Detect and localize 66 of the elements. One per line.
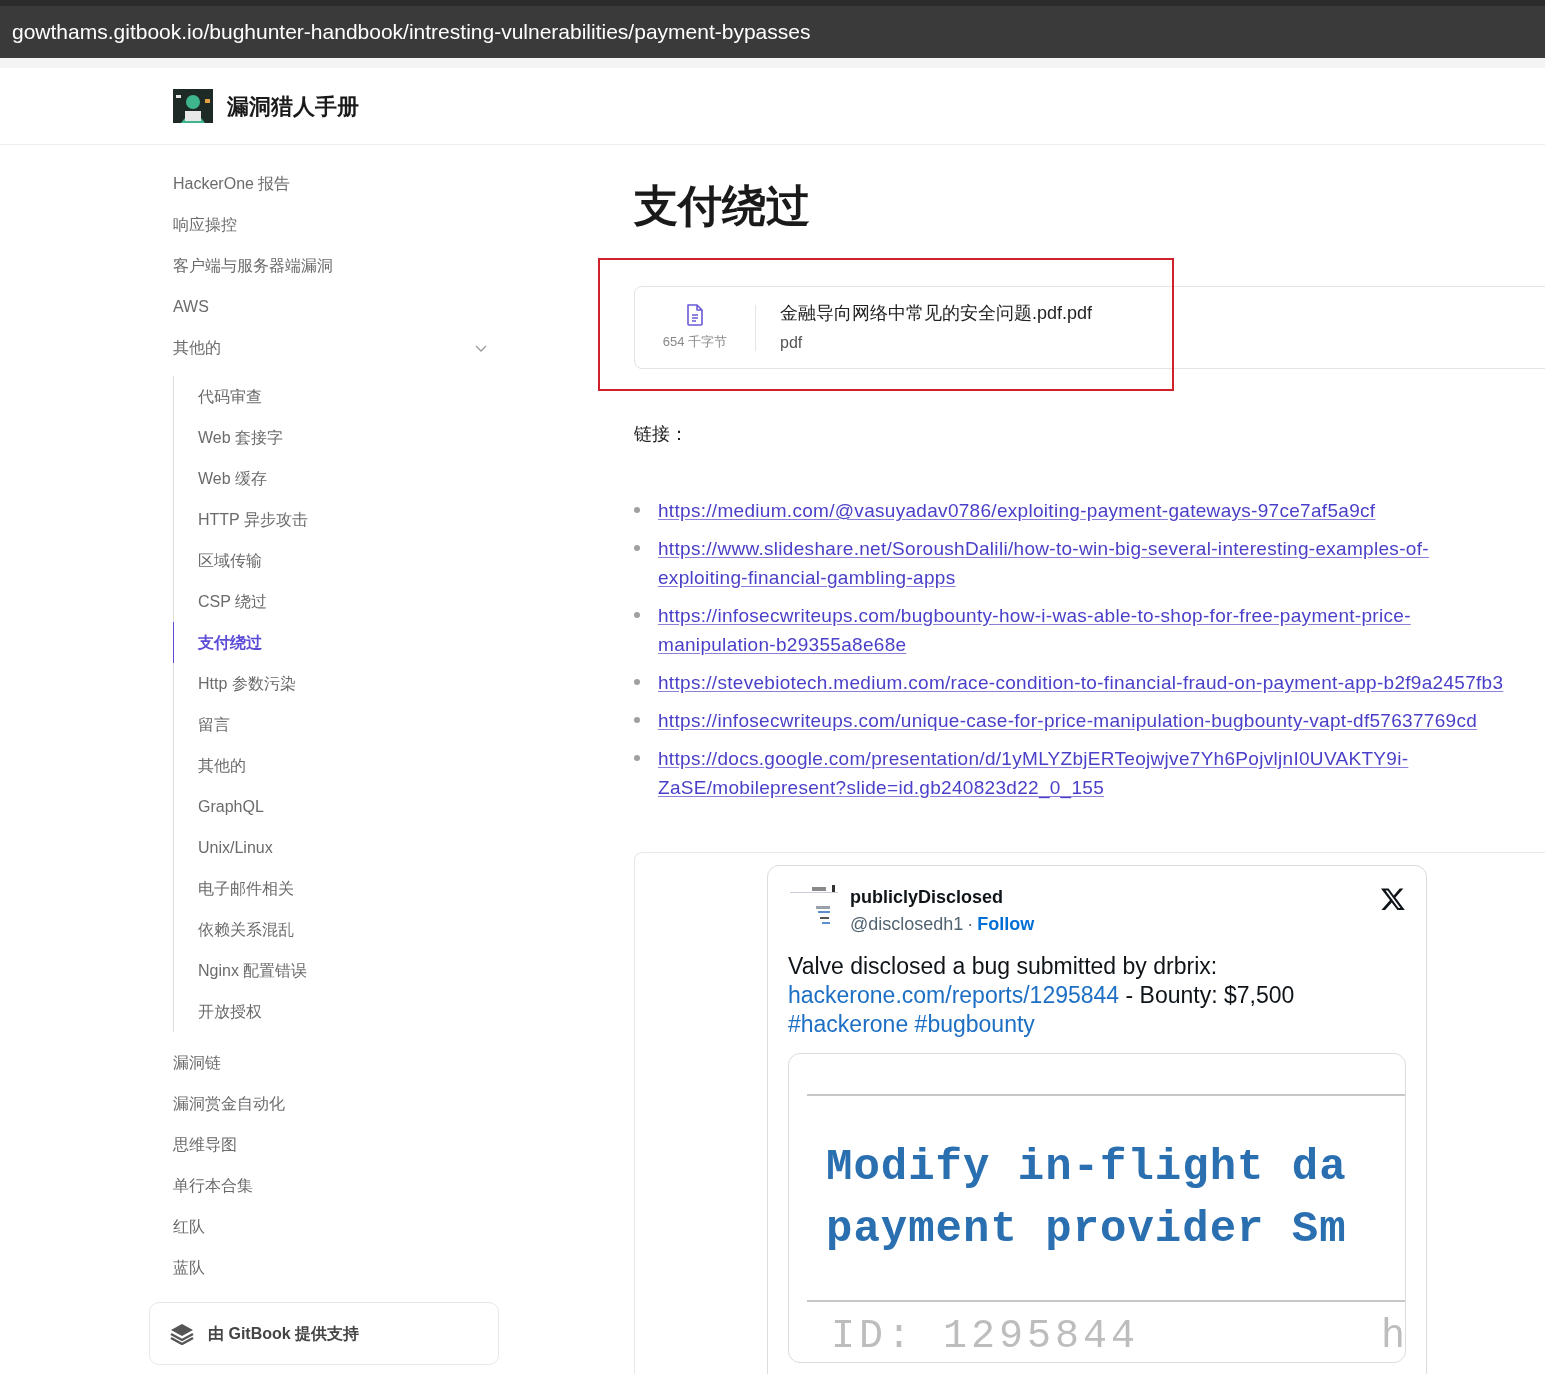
sidebar-item[interactable]: GraphQL	[173, 786, 490, 827]
sidebar-item[interactable]: 区域传输	[173, 540, 490, 581]
preview-trailing-text: h	[1381, 1313, 1405, 1361]
layers-icon	[170, 1322, 194, 1345]
sidebar-item[interactable]: 单行本合集	[173, 1165, 490, 1206]
account-handle: @disclosedh1	[850, 913, 964, 936]
gitbook-badge[interactable]: 由 GitBook 提供支持	[149, 1302, 499, 1365]
bullet-icon	[634, 612, 640, 618]
link[interactable]: https://stevebiotech.medium.com/race-condition-to-financial-fraud-on-payment-app-b2f9a2457fb3	[658, 668, 1504, 697]
logo-icon	[173, 89, 213, 123]
account-name[interactable]: publiclyDisclosed	[850, 884, 1035, 911]
sidebar-item[interactable]: 其他的	[173, 745, 490, 786]
bullet-icon	[634, 717, 640, 723]
tweet-link[interactable]: hackerone.com/reports/1295844	[788, 982, 1126, 1008]
tweet-text: Valve disclosed a bug submitted by drbrix: hackerone.com/reports/1295844 - Bounty: $7,500 #hackerone #bugbounty	[788, 952, 1296, 1039]
sidebar-item[interactable]: HTTP 异步攻击	[173, 499, 490, 540]
sidebar-item[interactable]: CSP 绕过	[173, 581, 490, 622]
site-title[interactable]: 漏洞猎人手册	[227, 89, 359, 123]
x-logo-icon[interactable]	[1380, 886, 1406, 912]
sidebar-item[interactable]: Http 参数污染	[173, 663, 490, 704]
sidebar-item[interactable]: 蓝队	[173, 1247, 490, 1288]
sidebar-item[interactable]: Web 缓存	[173, 458, 490, 499]
badge-label: 由 GitBook 提供支持	[208, 1323, 360, 1344]
url-text[interactable]: gowthams.gitbook.io/bughunter-handbook/intresting-vulnerabilities/payment-bypasses	[12, 16, 811, 48]
sidebar-item[interactable]: 客户端与服务器端漏洞	[173, 245, 490, 286]
preview-headline: payment provider Sm	[826, 1203, 1348, 1256]
file-name: 金融导向网络中常见的安全问题.pdf.pdf	[780, 302, 1093, 325]
bullet-icon	[634, 755, 640, 761]
bullet-icon	[634, 679, 640, 685]
sidebar-item[interactable]: 支付绕过	[173, 622, 490, 663]
tweet-link[interactable]: #bugbounty	[914, 1011, 1035, 1037]
sidebar-item[interactable]: Web 套接字	[173, 417, 490, 458]
page-title: 支付绕过	[634, 180, 811, 232]
sidebar-item[interactable]: 留言	[173, 704, 490, 745]
sidebar-item[interactable]: 响应操控	[173, 204, 490, 245]
separator-dot: ·	[967, 913, 974, 936]
file-type: pdf	[780, 333, 804, 353]
tweet-link[interactable]: #hackerone	[788, 1011, 915, 1037]
sidebar-item[interactable]: 漏洞赏金自动化	[173, 1083, 490, 1124]
document-icon	[685, 303, 705, 326]
link[interactable]: https://docs.google.com/presentation/d/1yMLYZbjERTeojwjve7Yh6PojvljnI0UVAKTY9i-ZaSE/mobilepresent?slide=id.gb240823d22_0_155	[658, 744, 1506, 802]
preview-headline: Modify in-flight da	[826, 1141, 1348, 1194]
sidebar-item[interactable]: 漏洞链	[173, 1042, 490, 1083]
bullet-icon	[634, 545, 640, 551]
sidebar-item[interactable]: 依赖关系混乱	[173, 909, 490, 950]
sidebar-item[interactable]: 电子邮件相关	[173, 868, 490, 909]
bullet-icon	[634, 507, 640, 513]
file-card[interactable]: 654 千字节 金融导向网络中常见的安全问题.pdf.pdf pdf	[634, 286, 1545, 369]
sidebar-item[interactable]: 其他的	[173, 327, 221, 368]
sidebar-item[interactable]: 开放授权	[173, 991, 490, 1032]
file-size: 654 千字节	[662, 332, 728, 351]
sidebar-item[interactable]: HackerOne 报告	[173, 163, 490, 204]
links-heading: 链接：	[634, 423, 689, 446]
sidebar-item[interactable]: 代码审查	[173, 376, 490, 417]
link[interactable]: https://www.slideshare.net/SoroushDalili/how-to-win-big-several-interesting-examples-of-exploiting-financial-gambling-apps	[658, 534, 1506, 592]
follow-link[interactable]: Follow	[977, 911, 1035, 938]
link[interactable]: https://infosecwriteups.com/bugbounty-how-i-was-able-to-shop-for-free-payment-price-manipulation-b29355a8e68e	[658, 601, 1506, 659]
sidebar-item[interactable]: Nginx 配置错误	[173, 950, 490, 991]
report-id: ID: 1295844	[831, 1313, 1140, 1361]
sidebar-item[interactable]: 红队	[173, 1206, 490, 1247]
link[interactable]: https://medium.com/@vasuyadav0786/exploiting-payment-gateways-97ce7af5a9cf	[658, 496, 1376, 525]
sidebar-item[interactable]: AWS	[173, 286, 490, 327]
sidebar-item[interactable]: 思维导图	[173, 1124, 490, 1165]
link[interactable]: https://infosecwriteups.com/unique-case-for-price-manipulation-bugbounty-vapt-df57637769cd	[658, 706, 1478, 735]
link-preview-card[interactable]: Modify in-flight da payment provider Sm ID: 1295844 h	[788, 1053, 1406, 1363]
sidebar-item[interactable]: Unix/Linux	[173, 827, 490, 868]
